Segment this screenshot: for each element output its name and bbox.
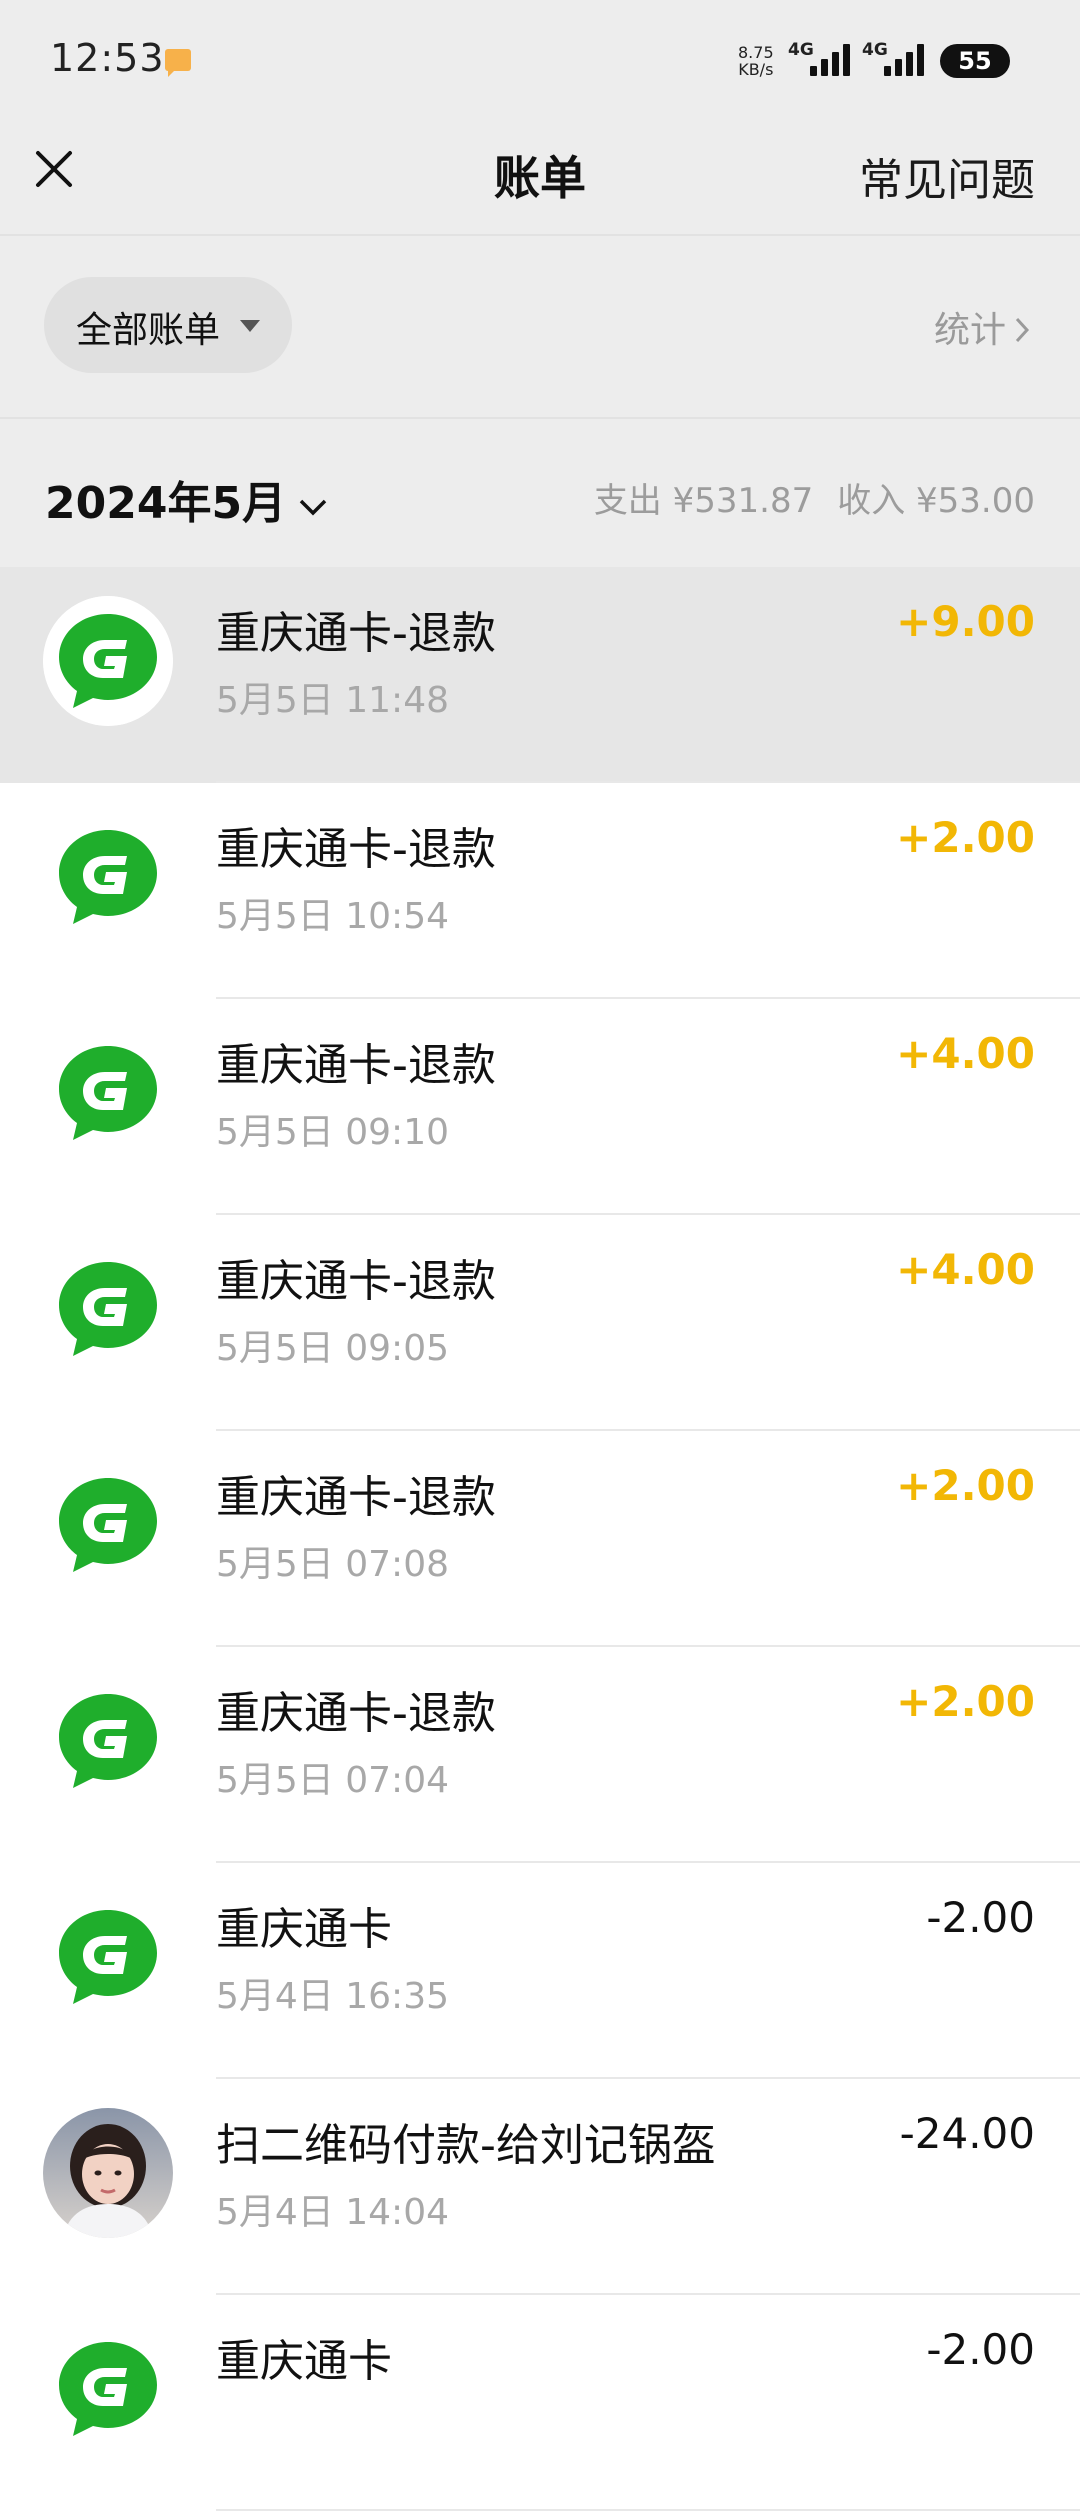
- transaction-row[interactable]: 重庆通卡-退款 5月5日 07:04 +2.00: [0, 1647, 1080, 1863]
- transaction-list: 重庆通卡-退款 5月5日 11:48 +9.00 重庆通卡-退款 5月5日 10:54…: [0, 567, 1080, 2511]
- transaction-amount: +2.00: [896, 1461, 1035, 1510]
- signal-1-icon: 4G: [788, 40, 858, 76]
- status-bar: 12:53 8.75 KB/s 4G 4G 55: [0, 0, 1080, 120]
- transaction-amount: -2.00: [926, 2325, 1035, 2374]
- chongqing-card-logo-icon: [43, 1460, 173, 1590]
- income-total: 收入 ¥53.00: [837, 481, 1035, 521]
- battery-indicator: 55: [940, 44, 1010, 78]
- transaction-amount: +4.00: [896, 1245, 1035, 1294]
- transaction-amount: +2.00: [896, 813, 1035, 862]
- faq-button[interactable]: 常见问题: [859, 144, 1035, 208]
- transaction-time: 5月4日 14:04: [216, 2192, 449, 2233]
- notification-icon: [165, 49, 191, 77]
- transaction-time: 5月4日 16:35: [216, 1976, 449, 2017]
- status-time: 12:53: [50, 36, 165, 80]
- transaction-row[interactable]: 重庆通卡-退款 5月5日 10:54 +2.00: [0, 783, 1080, 999]
- statistics-link[interactable]: 统计: [934, 301, 1030, 353]
- bill-filter-dropdown[interactable]: 全部账单: [44, 277, 292, 373]
- expense-total: 支出 ¥531.87: [593, 481, 814, 521]
- transaction-title: 扫二维码付款-给刘记锅盔: [216, 2120, 716, 2171]
- transaction-amount: -24.00: [899, 2109, 1035, 2158]
- network-type-2: 4G: [862, 40, 888, 60]
- chongqing-card-logo-icon: [43, 1028, 173, 1158]
- transaction-row[interactable]: 重庆通卡 5月4日 16:35 -2.00: [0, 1863, 1080, 2079]
- transaction-title: 重庆通卡: [216, 1904, 392, 1955]
- network-speed-unit: KB/s: [738, 60, 774, 79]
- transaction-row[interactable]: 重庆通卡-退款 5月5日 07:08 +2.00: [0, 1431, 1080, 1647]
- chongqing-card-logo-icon: [43, 1244, 173, 1374]
- transaction-title: 重庆通卡-退款: [216, 1688, 496, 1739]
- network-speed-value: 8.75: [738, 43, 774, 62]
- transaction-time: 5月5日 07:04: [216, 1760, 449, 1801]
- chongqing-card-logo-icon: [43, 596, 173, 726]
- transaction-title: 重庆通卡-退款: [216, 824, 496, 875]
- statistics-label: 统计: [933, 310, 1006, 351]
- bill-filter-label: 全部账单: [76, 310, 221, 351]
- transaction-title: 重庆通卡-退款: [216, 608, 496, 659]
- network-speed: 8.75 KB/s: [738, 44, 774, 78]
- chongqing-card-logo-icon: [43, 812, 173, 942]
- transaction-amount: +4.00: [896, 1029, 1035, 1078]
- transaction-time: 5月5日 09:05: [216, 1328, 449, 1369]
- transaction-title: 重庆通卡: [216, 2336, 392, 2387]
- divider: [0, 234, 1080, 236]
- network-type-1: 4G: [788, 40, 814, 60]
- transaction-title: 重庆通卡-退款: [216, 1472, 496, 1523]
- month-label: 2024年5月: [45, 478, 287, 529]
- filter-row: 全部账单 统计: [0, 237, 1080, 417]
- caret-down-icon: [240, 320, 260, 332]
- transaction-time: 5月5日 10:54: [216, 896, 449, 937]
- transaction-row[interactable]: 重庆通卡-退款 5月5日 09:10 +4.00: [0, 999, 1080, 1215]
- transaction-row[interactable]: 重庆通卡-退款 5月5日 09:05 +4.00: [0, 1215, 1080, 1431]
- merchant-avatar: [43, 2108, 173, 2238]
- chevron-down-icon: [299, 499, 327, 516]
- nav-bar: 账单 常见问题: [0, 120, 1080, 235]
- month-summary: 支出 ¥531.87 收入 ¥53.00: [570, 473, 1035, 522]
- transaction-amount: +2.00: [896, 1677, 1035, 1726]
- chongqing-card-logo-icon: [43, 1676, 173, 1806]
- transaction-row[interactable]: 重庆通卡-退款 5月5日 11:48 +9.00: [0, 567, 1080, 783]
- transaction-time: 5月5日 11:48: [216, 680, 449, 721]
- chevron-right-icon: [1015, 317, 1030, 343]
- transaction-time: 5月5日 09:10: [216, 1112, 449, 1153]
- month-header: 2024年5月 支出 ¥531.87 收入 ¥53.00: [0, 419, 1080, 567]
- transaction-row[interactable]: 重庆通卡 -2.00: [0, 2295, 1080, 2511]
- transaction-time: 5月5日 07:08: [216, 1544, 449, 1585]
- chongqing-card-logo-icon: [43, 2324, 173, 2454]
- chongqing-card-logo-icon: [43, 1892, 173, 2022]
- transaction-amount: -2.00: [926, 1893, 1035, 1942]
- signal-2-icon: 4G: [862, 40, 932, 76]
- transaction-title: 重庆通卡-退款: [216, 1256, 496, 1307]
- transaction-amount: +9.00: [896, 597, 1035, 646]
- month-selector[interactable]: 2024年5月: [45, 467, 328, 531]
- transaction-title: 重庆通卡-退款: [216, 1040, 496, 1091]
- transaction-row[interactable]: 扫二维码付款-给刘记锅盔 5月4日 14:04 -24.00: [0, 2079, 1080, 2295]
